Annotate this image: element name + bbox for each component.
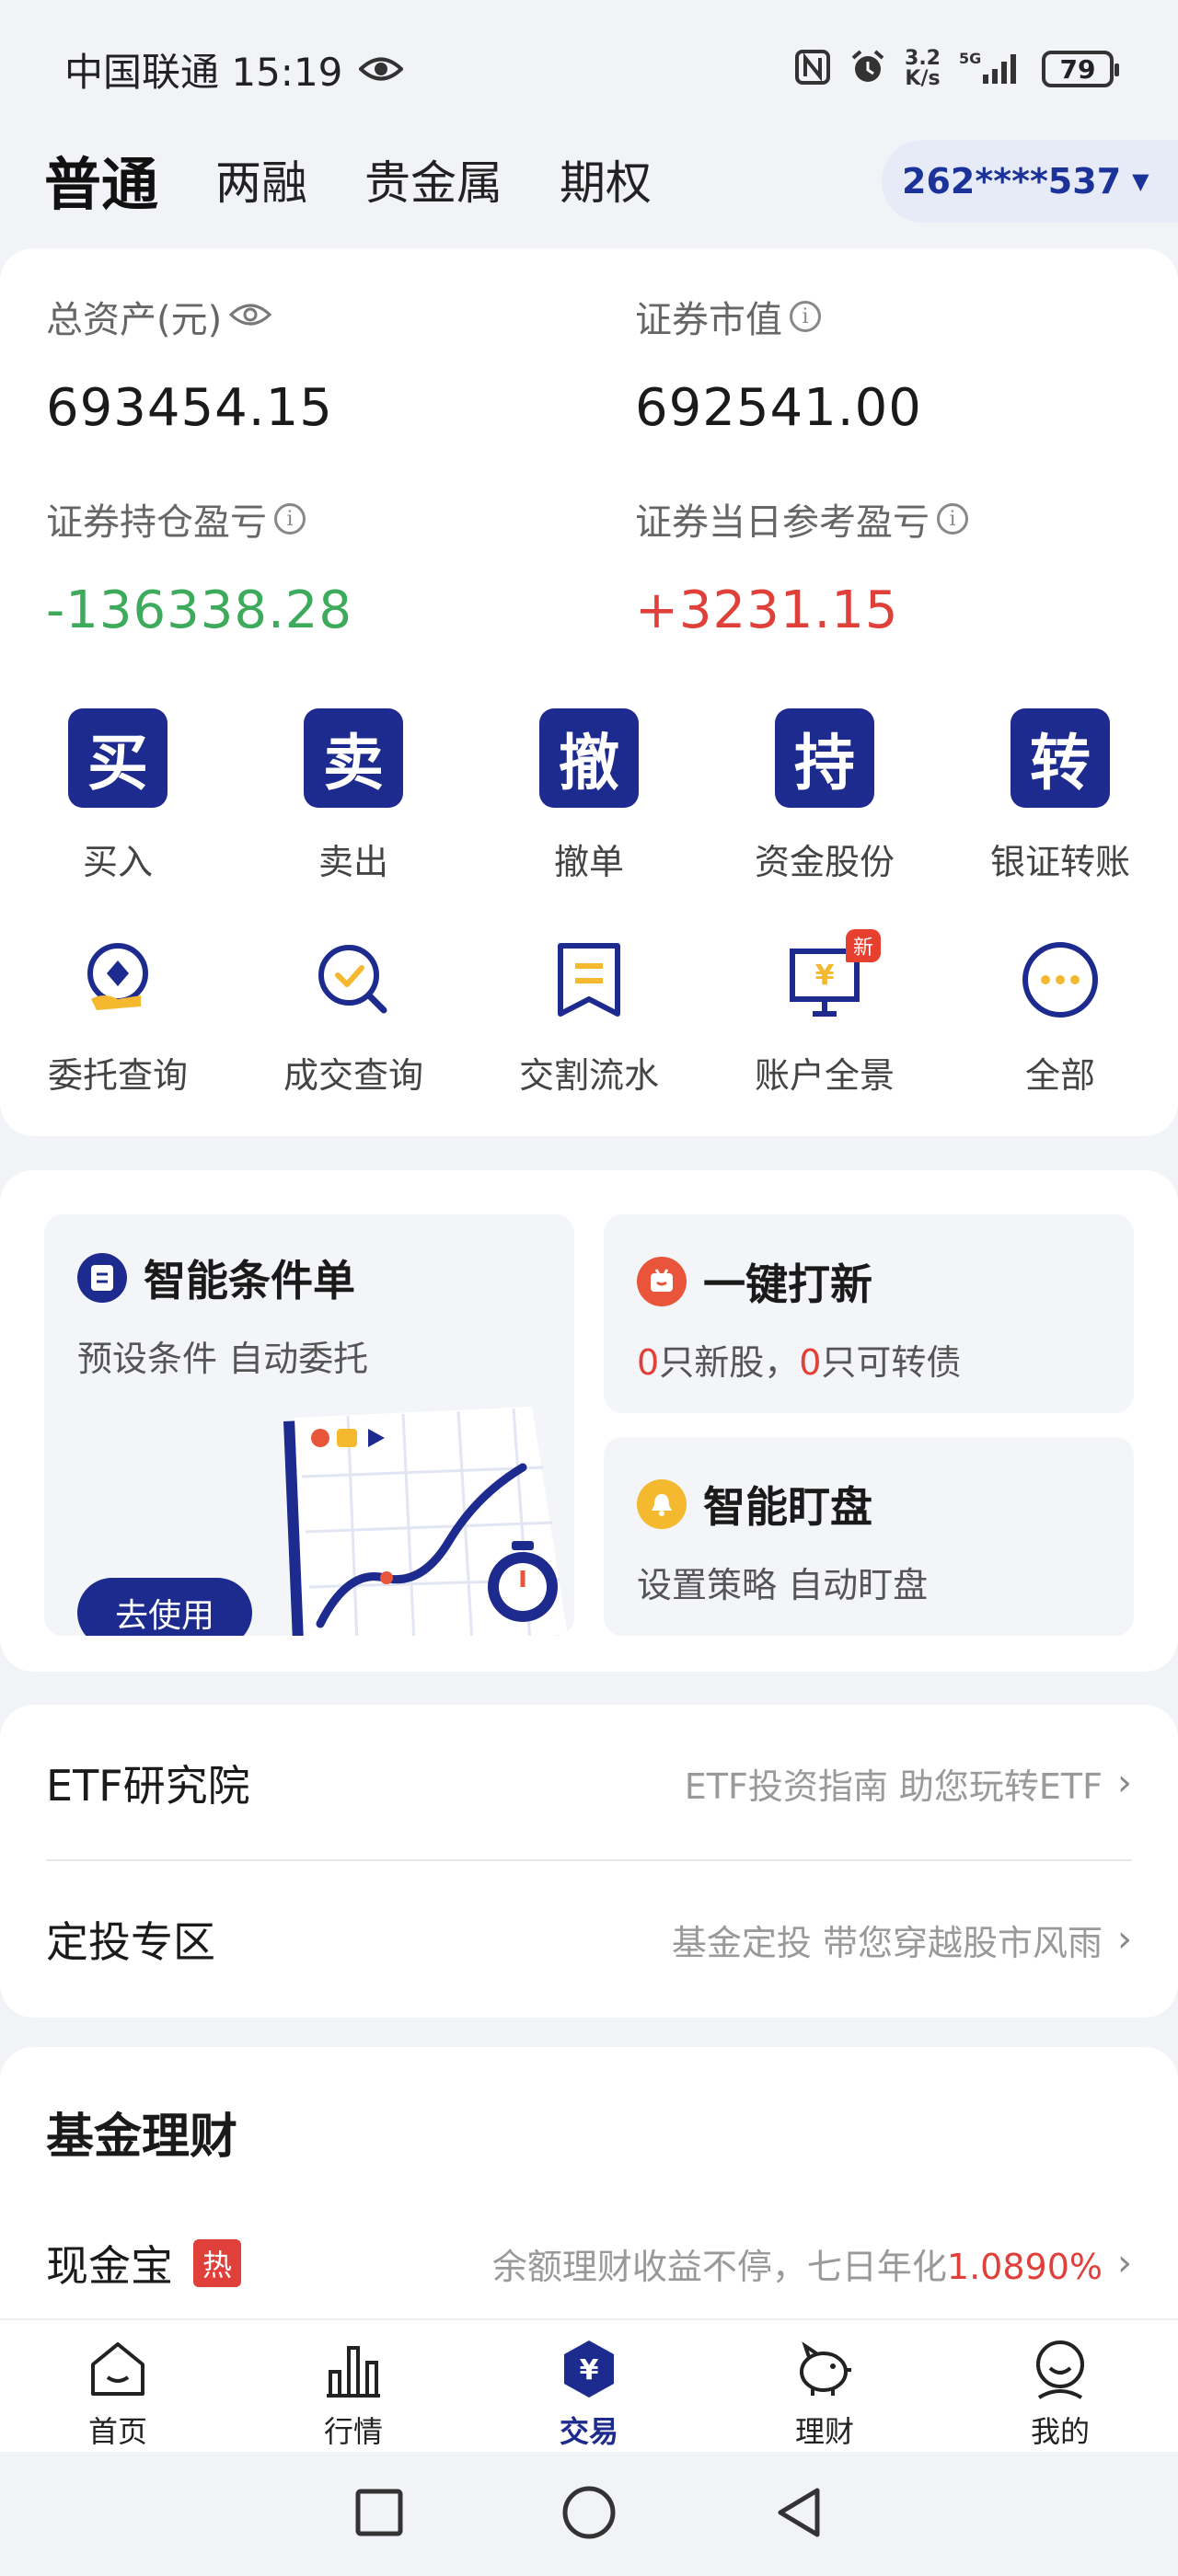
chart-illustration [247,1403,574,1636]
settlement-button[interactable]: 交割流水 [471,929,707,1098]
daily-pl: 证券当日参考盈亏 i +3231.15 [635,492,1150,640]
back-icon[interactable] [773,2485,825,2544]
tab-margin[interactable]: 两融 [215,146,307,213]
cancel-order-button[interactable]: 撤 撤单 [471,708,707,884]
fixed-investment-row[interactable]: 定投专区 基金定投 带您穿越股市风雨 › [46,1861,1132,2018]
new-badge: 新 [845,929,881,962]
asset-summary-card: 总资产(元) 693454.15 证券市值 i 692541.00 证券持仓盈亏… [0,248,1178,1136]
transfer-icon: 转 [1011,708,1110,808]
profile-icon [1028,2337,1092,2405]
account-overview-button[interactable]: ¥ 新 账户全景 [707,929,942,1098]
chevron-right-icon: › [1117,1762,1132,1804]
chevron-right-icon: › [1117,1918,1132,1961]
info-icon[interactable]: i [937,503,968,535]
market-icon [321,2337,386,2405]
deal-query-button[interactable]: 成交查询 [236,929,471,1098]
daily-pl-value: +3231.15 [635,581,899,640]
account-overview-icon: ¥ 新 [774,929,881,1030]
tab-options[interactable]: 期权 [560,146,652,213]
nfc-icon [794,49,831,89]
quick-actions: 买 买入 卖 卖出 撤 撤单 持 资金股份 转 银证转账 [0,708,1178,884]
buy-button[interactable]: 买 买入 [0,708,236,884]
ipo-subtitle: 0只新股，0只可转债 [637,1342,962,1383]
smart-watch-subtitle: 设置策略 自动盯盘 [637,1565,929,1605]
system-navigation-bar [0,2452,1178,2576]
chevron-right-icon: › [1117,2242,1132,2284]
nav-trade[interactable]: ¥ 交易 [471,2320,707,2452]
order-query-button[interactable]: 委托查询 [0,929,236,1098]
ipo-card[interactable]: 一键打新 0只新股，0只可转债 [604,1214,1134,1413]
settlement-icon [538,929,640,1030]
holding-pl-value: -136338.28 [46,581,353,640]
bottom-navigation: 首页 行情 ¥ 交易 理财 我的 [0,2318,1178,2452]
alarm-icon [849,49,886,89]
ipo-icon [637,1257,687,1306]
feature-card: 智能条件单 预设条件 自动委托 去使用 一键打新 0只新股，0只可转债 智能盯盘… [0,1170,1178,1672]
carrier-time: 中国联通 15:19 [64,49,343,95]
tab-normal[interactable]: 普通 [44,138,158,221]
svg-text:¥: ¥ [815,960,835,992]
caret-down-icon: ▼ [1132,168,1149,194]
svg-text:5G: 5G [959,50,981,67]
market-value: 证券市值 i 692541.00 [635,290,1150,438]
more-icon [1010,929,1111,1030]
secondary-actions: 委托查询 成交查询 交割流水 ¥ 新 账户全景 全部 [0,929,1178,1098]
net-speed: 3.2 K/s [905,47,941,90]
smart-watch-card[interactable]: 智能盯盘 设置策略 自动盯盘 [604,1437,1134,1636]
fund-heading: 基金理财 [46,2110,238,2165]
bank-transfer-button[interactable]: 转 银证转账 [942,708,1178,884]
etf-research-row[interactable]: ETF研究院 ETF投资指南 助您玩转ETF › [46,1705,1132,1861]
market-value-amount: 692541.00 [635,378,922,438]
hot-badge: 热 [193,2239,241,2287]
positions-button[interactable]: 持 资金股份 [707,708,942,884]
all-functions-button[interactable]: 全部 [942,929,1178,1098]
nav-home[interactable]: 首页 [0,2320,236,2452]
nav-profile[interactable]: 我的 [942,2320,1178,2452]
eye-toggle-icon[interactable] [229,295,272,338]
status-bar: 中国联通 15:19 3.2 K/s 5G 79 [0,0,1178,138]
svg-text:¥: ¥ [580,2354,599,2386]
buy-icon: 买 [68,708,167,808]
use-smart-order-button[interactable]: 去使用 [77,1578,252,1636]
smart-order-icon [77,1253,127,1303]
signal-icon: 5G [959,49,1023,89]
sell-icon: 卖 [304,708,403,808]
trade-icon: ¥ [557,2337,621,2405]
bell-icon [637,1479,687,1529]
fund-rate: 1.0890% [946,2246,1103,2287]
total-assets-value: 693454.15 [46,378,333,438]
positions-icon: 持 [775,708,874,808]
piggy-bank-icon [792,2337,857,2405]
account-type-tabs: 普通 两融 贵金属 期权 262****537 ▼ [0,129,1178,230]
account-id: 262****537 [902,161,1122,201]
account-selector[interactable]: 262****537 ▼ [882,140,1178,223]
smart-order-card[interactable]: 智能条件单 预设条件 自动委托 去使用 [44,1214,574,1636]
cancel-order-icon: 撤 [539,708,639,808]
order-query-icon [67,929,168,1030]
eye-comfort-icon [358,47,405,92]
battery-indicator: 79 [1042,51,1119,87]
recent-apps-icon[interactable] [353,2487,405,2542]
info-icon[interactable]: i [790,301,821,332]
fund-item-name: 现金宝 [46,2241,173,2291]
nav-market[interactable]: 行情 [236,2320,471,2452]
home-circle-icon[interactable] [561,2485,617,2544]
cash-treasure-row[interactable]: 现金宝 热 余额理财收益不停，七日年化1.0890% › [46,2222,1132,2305]
link-list-card: ETF研究院 ETF投资指南 助您玩转ETF › 定投专区 基金定投 带您穿越股… [0,1705,1178,2018]
holding-pl: 证券持仓盈亏 i -136338.28 [46,492,561,640]
info-icon[interactable]: i [274,503,306,535]
total-assets: 总资产(元) 693454.15 [46,290,561,438]
tab-precious-metal[interactable]: 贵金属 [364,146,502,213]
nav-wealth[interactable]: 理财 [707,2320,942,2452]
smart-order-subtitle: 预设条件 自动委托 [77,1339,369,1379]
home-icon [86,2337,150,2405]
deal-query-icon [303,929,404,1030]
sell-button[interactable]: 卖 卖出 [236,708,471,884]
